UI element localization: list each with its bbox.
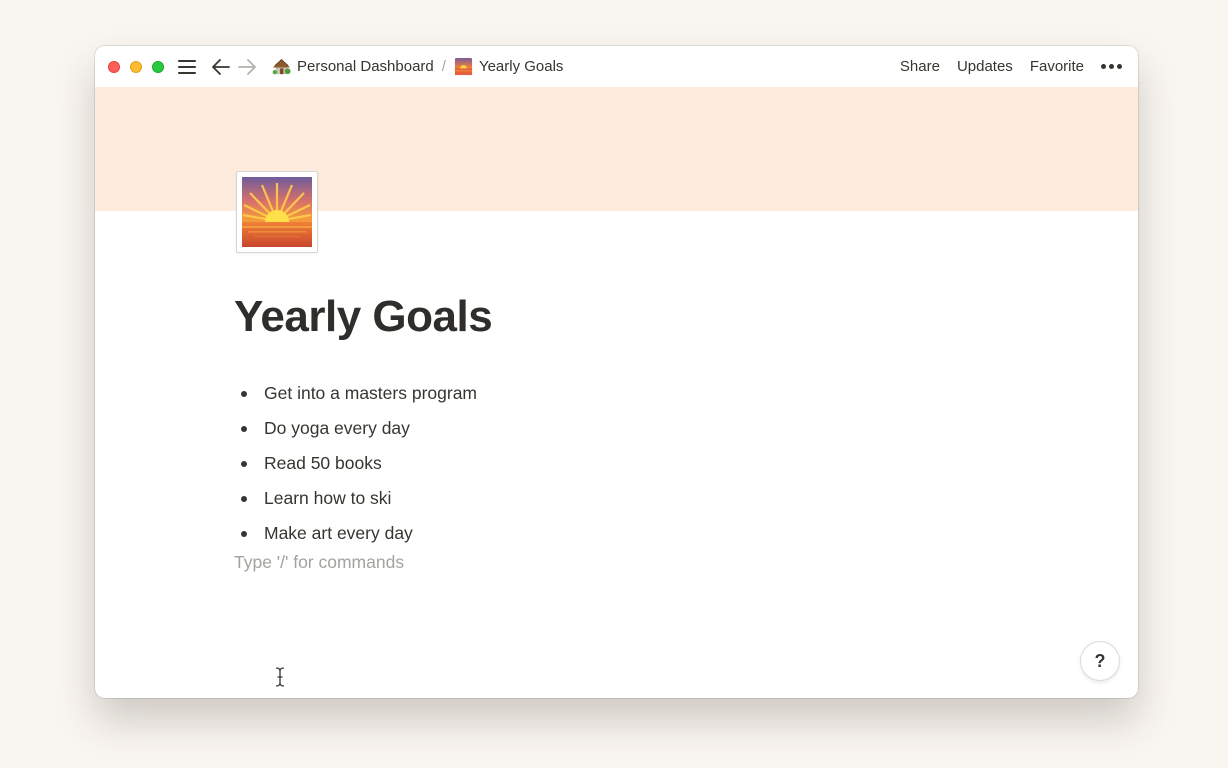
more-dot [1117, 64, 1122, 69]
minimize-window-button[interactable] [130, 60, 142, 73]
updates-button[interactable]: Updates [957, 58, 1013, 75]
sidebar-toggle-button[interactable] [176, 56, 198, 78]
list-item[interactable]: Make art every day [241, 516, 477, 551]
more-dot [1101, 64, 1106, 69]
list-item[interactable]: Do yoga every day [241, 411, 477, 446]
list-item-text: Learn how to ski [264, 488, 392, 508]
bullet-icon [241, 425, 247, 432]
breadcrumb-label: Yearly Goals [478, 58, 564, 75]
list-item-text: Make art every day [264, 523, 413, 543]
window-controls [108, 60, 172, 73]
more-dot [1109, 64, 1114, 69]
arrow-left-icon [212, 58, 230, 75]
breadcrumb-yearly-goals[interactable]: Yearly Goals [450, 55, 568, 78]
sunrise-emoji-icon [242, 177, 312, 247]
list-item-text: Do yoga every day [264, 418, 410, 438]
goals-list: Get into a masters program Do yoga every… [241, 376, 477, 551]
list-item-text: Read 50 books [264, 453, 382, 473]
breadcrumb-personal-dashboard[interactable]: Personal Dashboard [268, 55, 438, 78]
forward-button[interactable] [236, 56, 258, 78]
breadcrumb-separator: / [441, 58, 446, 75]
title-bar: Personal Dashboard / Yearly Goals Share … [95, 46, 1138, 87]
favorite-button[interactable]: Favorite [1030, 58, 1084, 75]
close-window-button[interactable] [108, 60, 120, 73]
breadcrumb: Personal Dashboard / Yearly Goals [268, 55, 567, 78]
page-icon[interactable] [236, 171, 318, 253]
bullet-icon [241, 530, 247, 537]
list-item-text: Get into a masters program [264, 383, 477, 403]
bullet-icon [241, 460, 247, 467]
arrow-right-icon [238, 58, 256, 75]
app-window: Personal Dashboard / Yearly Goals Share … [95, 46, 1138, 698]
text-cursor-icon [275, 667, 285, 687]
help-button[interactable]: ? [1080, 641, 1120, 681]
new-block-placeholder[interactable]: Type '/' for commands [234, 552, 404, 573]
zoom-window-button[interactable] [152, 60, 164, 73]
bullet-icon [241, 390, 247, 397]
list-item[interactable]: Read 50 books [241, 446, 477, 481]
sunrise-emoji-icon [454, 57, 472, 76]
hut-emoji-icon [272, 58, 291, 75]
bullet-icon [241, 495, 247, 502]
hamburger-menu-icon [178, 59, 196, 74]
topbar-actions: Share Updates Favorite [883, 58, 1122, 75]
back-button[interactable] [210, 56, 232, 78]
list-item[interactable]: Learn how to ski [241, 481, 477, 516]
page-title[interactable]: Yearly Goals [234, 292, 493, 342]
share-button[interactable]: Share [900, 58, 940, 75]
list-item[interactable]: Get into a masters program [241, 376, 477, 411]
breadcrumb-label: Personal Dashboard [297, 58, 434, 75]
more-options-icon[interactable] [1101, 64, 1122, 69]
